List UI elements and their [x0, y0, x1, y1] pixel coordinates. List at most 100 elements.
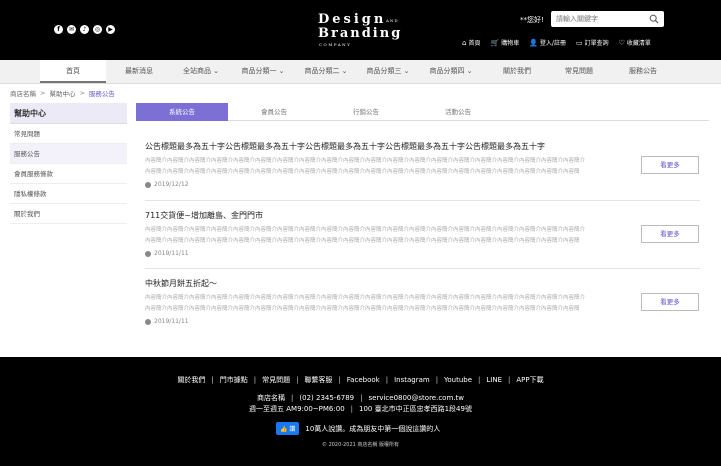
home-link[interactable]: ⌂ 首頁	[462, 38, 481, 48]
read-more-button[interactable]: 看更多	[641, 225, 699, 243]
cart-link-label: 購物車	[501, 40, 520, 47]
post-summary: 內容簡介內容簡介內容簡介內容簡介內容簡介內容簡介內容簡介內容簡介內容簡介內容簡介…	[145, 295, 586, 312]
list-item: 711交貨便~增加離島、金門門市 內容簡介內容簡介內容簡介內容簡介內容簡介內容簡…	[145, 210, 700, 262]
post-date-text: 2019/12/12	[154, 181, 189, 188]
instagram-icon[interactable]: ◎	[93, 25, 102, 34]
post-title[interactable]: 711交貨便~增加離島、金門門市	[145, 210, 263, 221]
nav-item-announcements[interactable]: 服務公告	[610, 60, 676, 83]
footer-link-instagram[interactable]: Instagram	[394, 376, 430, 384]
tab-member[interactable]: 會員公告	[228, 103, 320, 121]
sidebar-item-member-terms[interactable]: 會員服務條款	[10, 164, 127, 184]
footer-email[interactable]: service0800@store.com.tw	[369, 394, 464, 402]
breadcrumb-separator: >	[40, 89, 46, 97]
breadcrumb-current: 服務公告	[88, 90, 115, 98]
tab-marketing[interactable]: 行銷公告	[320, 103, 412, 121]
tab-events[interactable]: 活動公告	[412, 103, 504, 121]
wishlist-link[interactable]: ♡ 收藏清單	[618, 38, 651, 48]
post-title[interactable]: 中秋節月餅五折起～	[145, 278, 217, 289]
footer-link-line[interactable]: LINE	[486, 376, 502, 384]
orders-link[interactable]: ▭ 訂單查詢	[575, 38, 609, 48]
footer-link-about[interactable]: 關於我們	[177, 375, 205, 385]
music-icon[interactable]: ♪	[80, 25, 89, 34]
breadcrumb-help-center[interactable]: 幫助中心	[49, 88, 75, 98]
cart-icon: 🛒	[490, 38, 500, 47]
login-link[interactable]: 👤 登入/註冊	[529, 38, 566, 48]
post-date: 2019/11/11	[145, 250, 189, 257]
nav-item-category-2[interactable]: 商品分類二 ⌄	[293, 60, 359, 83]
footer-link-contact[interactable]: 聯繫客服	[304, 375, 332, 385]
footer-links: 關於我們 | 門市據點 | 常見問題 | 聯繫客服 | Facebook | Instagram | Y…	[177, 375, 544, 385]
nav-item-category-4[interactable]: 商品分類四 ⌄	[418, 60, 484, 83]
heart-icon: ♡	[618, 38, 625, 47]
post-summary: 內容簡介內容簡介內容簡介內容簡介內容簡介內容簡介內容簡介內容簡介內容簡介內容簡介…	[145, 227, 586, 244]
divider	[145, 268, 700, 269]
social-links: f ✉ ♪ ◎ ▶	[54, 25, 115, 34]
clock-icon	[145, 318, 151, 325]
nav-item-all-products[interactable]: 全站商品 ⌄	[168, 60, 234, 83]
post-title[interactable]: 公告標題最多為五十字公告標題最多為五十字公告標題最多為五十字公告標題最多為五十字…	[145, 141, 545, 152]
read-more-button[interactable]: 看更多	[641, 156, 699, 174]
logo-and: AND	[386, 18, 399, 23]
search-box	[551, 11, 664, 27]
footer-hours: 週一至週五 AM9:00~PM6:00	[249, 405, 345, 413]
list-item: 公告標題最多為五十字公告標題最多為五十字公告標題最多為五十字公告標題最多為五十字…	[145, 141, 700, 193]
nav-item-about[interactable]: 關於我們	[484, 60, 550, 83]
youtube-icon[interactable]: ▶	[106, 25, 115, 34]
read-more-button[interactable]: 看更多	[641, 293, 699, 311]
search-input[interactable]	[556, 13, 644, 25]
footer-link-app[interactable]: APP下載	[516, 375, 543, 385]
facebook-like-text: 10萬人說讚。成為朋友中第一個說這讚的人	[305, 424, 441, 433]
footer-link-faq[interactable]: 常見問題	[262, 375, 290, 385]
post-summary: 內容簡介內容簡介內容簡介內容簡介內容簡介內容簡介內容簡介內容簡介內容簡介內容簡介…	[145, 158, 586, 175]
post-date: 2019/11/11	[145, 318, 189, 325]
cart-link[interactable]: 🛒 購物車	[490, 38, 520, 48]
copyright: © 2020-2021 商店名稱 版權所有	[321, 442, 400, 448]
orders-link-label: 訂單查詢	[584, 40, 609, 47]
user-icon: 👤	[529, 38, 538, 47]
footer-link-youtube[interactable]: Youtube	[444, 376, 472, 384]
site-footer: 關於我們 | 門市據點 | 常見問題 | 聯繫客服 | Facebook | Instagram | Y…	[0, 357, 721, 466]
footer-phone: (02) 2345-6789	[299, 394, 355, 402]
nav-item-faq[interactable]: 常見問題	[546, 60, 612, 83]
post-date-text: 2019/11/11	[154, 250, 189, 257]
greeting-text: **您好!	[520, 16, 544, 24]
login-link-label: 登入/註冊	[539, 40, 566, 47]
sidebar-item-about[interactable]: 關於我們	[10, 204, 127, 224]
logo-line-branding: Branding	[318, 26, 403, 41]
footer-contact: 商店名稱 | (02) 2345-6789 | service0800@store.co…	[257, 394, 464, 402]
site-header: f ✉ ♪ ◎ ▶ Design AND Branding COMPANY **…	[0, 0, 721, 60]
site-logo[interactable]: Design AND Branding COMPANY	[318, 12, 418, 52]
home-icon: ⌂	[462, 38, 467, 47]
nav-item-news[interactable]: 最新消息	[106, 60, 172, 83]
divider	[145, 200, 700, 201]
facebook-icon[interactable]: f	[54, 25, 63, 34]
order-icon: ▭	[575, 38, 583, 47]
clock-icon	[145, 250, 151, 257]
help-sidebar: 幫助中心 常見問題 服務公告 會員服務條款 隱私權條款 關於我們	[10, 103, 127, 224]
sidebar-title: 幫助中心	[10, 103, 127, 124]
announcement-tabs: 系統公告 會員公告 行銷公告 活動公告	[136, 103, 709, 121]
facebook-like-widget: 👍 讚 10萬人說讚。成為朋友中第一個說這讚的人	[276, 422, 440, 435]
header-links: ⌂ 首頁 🛒 購物車 👤 登入/註冊 ▭ 訂單查詢 ♡ 收藏清單	[462, 38, 651, 48]
post-date-text: 2019/11/11	[154, 318, 189, 325]
sidebar-item-faq[interactable]: 常見問題	[10, 124, 127, 144]
footer-link-stores[interactable]: 門市據點	[220, 375, 248, 385]
main-nav: 首頁 最新消息 全站商品 ⌄ 商品分類一 ⌄ 商品分類二 ⌄ 商品分類三 ⌄ 商…	[0, 60, 721, 84]
breadcrumb-home[interactable]: 商店名稱	[10, 88, 36, 98]
nav-item-category-1[interactable]: 商品分類一 ⌄	[230, 60, 296, 83]
tab-system[interactable]: 系統公告	[136, 103, 228, 121]
sidebar-item-announcements[interactable]: 服務公告	[10, 144, 127, 164]
footer-link-facebook[interactable]: Facebook	[347, 376, 380, 384]
home-link-label: 首頁	[468, 40, 481, 47]
sidebar-item-privacy[interactable]: 隱私權條款	[10, 184, 127, 204]
breadcrumb-separator: >	[79, 89, 85, 97]
facebook-like-button[interactable]: 👍 讚	[276, 422, 300, 435]
nav-item-home[interactable]: 首頁	[40, 60, 106, 83]
footer-address-text: 100 臺北市中正區忠孝西路1段49號	[359, 405, 472, 413]
search-icon[interactable]	[649, 14, 659, 24]
nav-item-category-3[interactable]: 商品分類三 ⌄	[355, 60, 421, 83]
footer-store-name: 商店名稱	[257, 394, 286, 402]
footer-address: 週一至週五 AM9:00~PM6:00 | 100 臺北市中正區忠孝西路1段49號	[249, 405, 472, 413]
wishlist-link-label: 收藏清單	[626, 40, 651, 47]
mail-icon[interactable]: ✉	[67, 25, 76, 34]
